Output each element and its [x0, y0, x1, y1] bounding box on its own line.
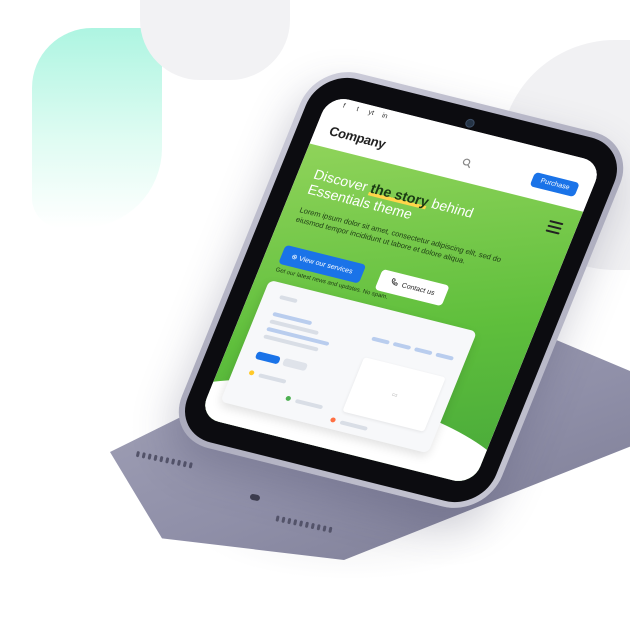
background-grey-blob — [140, 0, 290, 80]
camera-icon — [463, 117, 477, 129]
facebook-icon[interactable]: f — [338, 102, 349, 111]
skeleton-button — [254, 351, 282, 365]
feature-dot — [248, 369, 256, 376]
purchase-button[interactable]: Purchase — [529, 172, 580, 198]
youtube-icon[interactable]: yt — [365, 109, 376, 118]
feature-dot — [329, 416, 337, 423]
speaker-grille — [135, 450, 193, 469]
search-icon[interactable] — [459, 157, 474, 172]
skeleton-line — [257, 373, 287, 384]
background-mint-blob — [32, 28, 162, 228]
hamburger-icon[interactable] — [544, 219, 564, 237]
image-placeholder: ▭ — [342, 357, 446, 432]
skeleton-line — [339, 420, 369, 431]
skeleton-nav — [392, 341, 412, 350]
image-placeholder-icon: ▭ — [390, 392, 399, 400]
phone-icon — [388, 277, 400, 288]
skeleton-nav — [435, 352, 455, 361]
speaker-grille — [275, 515, 333, 534]
skeleton-button — [281, 357, 309, 372]
skeleton-line — [278, 294, 298, 304]
skeleton-line — [294, 398, 324, 410]
skeleton-nav — [413, 347, 433, 356]
view-services-label: View our services — [297, 255, 354, 276]
twitter-icon[interactable]: t — [352, 105, 363, 114]
contact-us-label: Contact us — [400, 281, 436, 297]
feature-dot — [284, 395, 292, 402]
skeleton-nav — [371, 336, 391, 345]
linkedin-icon[interactable]: in — [379, 112, 390, 121]
usb-port — [249, 493, 261, 502]
company-logo[interactable]: Company — [327, 123, 388, 151]
